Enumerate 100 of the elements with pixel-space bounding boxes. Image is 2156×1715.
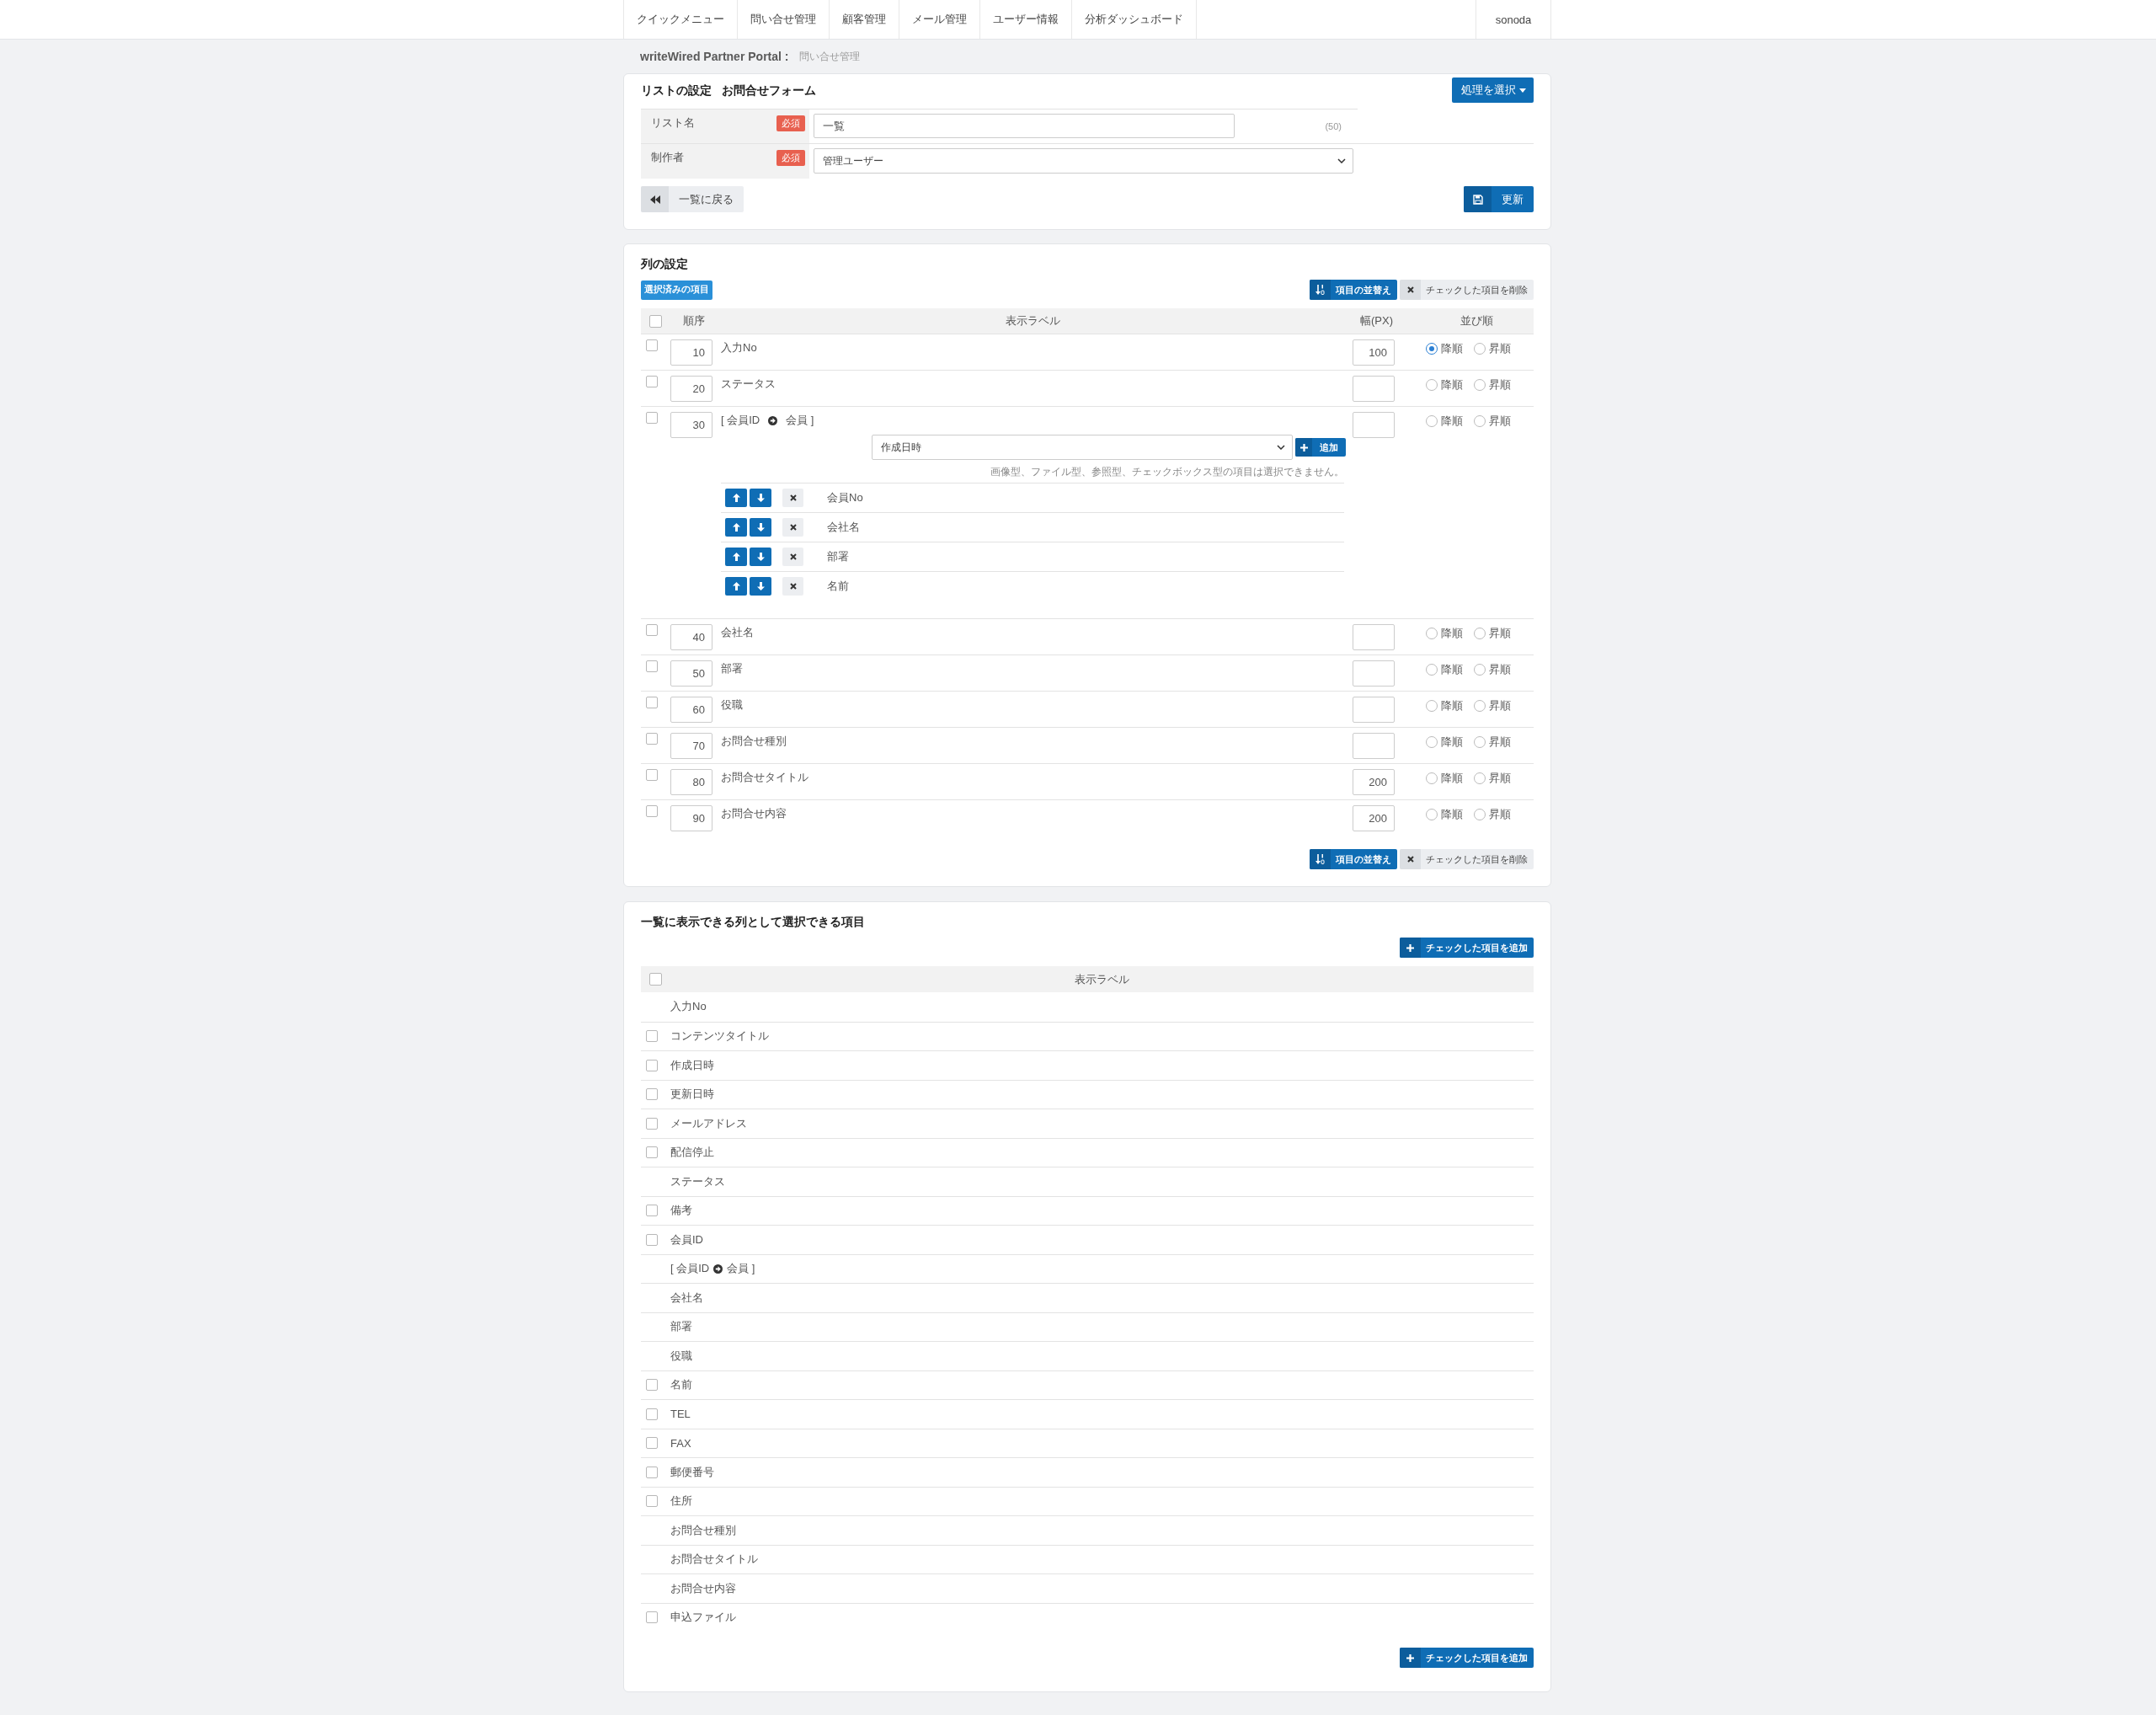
radio-button[interactable] — [1474, 809, 1486, 820]
delete-button[interactable]: チェックした項目を削除 — [1400, 849, 1534, 869]
radio-label[interactable]: 昇順 — [1489, 376, 1511, 394]
width-input[interactable] — [1353, 412, 1395, 438]
radio-label[interactable]: 昇順 — [1489, 697, 1511, 715]
checkbox[interactable] — [646, 1059, 658, 1071]
nav-menu-item[interactable]: クイックメニュー — [623, 0, 737, 39]
add-button[interactable]: 追加 — [1295, 438, 1346, 457]
checkbox[interactable] — [646, 339, 658, 351]
checkbox[interactable] — [646, 624, 658, 636]
remove-button[interactable] — [782, 577, 803, 596]
move-up-button[interactable] — [725, 489, 747, 507]
nav-menu-item[interactable]: 問い合せ管理 — [737, 0, 829, 39]
radio-label[interactable]: 昇順 — [1489, 769, 1511, 788]
remove-button[interactable] — [782, 548, 803, 566]
radio-button[interactable] — [1426, 809, 1438, 820]
checkbox[interactable] — [646, 1408, 658, 1420]
radio-label[interactable]: 降順 — [1441, 339, 1463, 358]
radio-label[interactable]: 降順 — [1441, 733, 1463, 751]
radio-label[interactable]: 降順 — [1441, 697, 1463, 715]
radio-label[interactable]: 昇順 — [1489, 660, 1511, 679]
nav-menu-item[interactable]: 顧客管理 — [829, 0, 899, 39]
move-up-button[interactable] — [725, 577, 747, 596]
remove-button[interactable] — [782, 518, 803, 537]
radio-button[interactable] — [1474, 343, 1486, 355]
width-input[interactable]: 200 — [1353, 769, 1395, 795]
order-input[interactable]: 70 — [670, 733, 712, 759]
checkbox[interactable] — [646, 1437, 658, 1450]
order-input[interactable]: 50 — [670, 660, 712, 687]
radio-label[interactable]: 降順 — [1441, 412, 1463, 430]
width-input[interactable]: 100 — [1353, 339, 1395, 366]
radio-button[interactable] — [1474, 772, 1486, 784]
checkbox[interactable] — [646, 1117, 658, 1130]
order-input[interactable]: 30 — [670, 412, 712, 438]
radio-button[interactable] — [1426, 700, 1438, 712]
radio-label[interactable]: 降順 — [1441, 624, 1463, 643]
radio-label[interactable]: 降順 — [1441, 376, 1463, 394]
checkbox[interactable] — [646, 660, 658, 672]
checkbox[interactable] — [646, 1088, 658, 1101]
order-input[interactable]: 80 — [670, 769, 712, 795]
order-input[interactable]: 20 — [670, 376, 712, 402]
nav-menu-item[interactable]: メール管理 — [899, 0, 979, 39]
select-all-checkbox[interactable] — [649, 973, 662, 986]
radio-label[interactable]: 降順 — [1441, 805, 1463, 824]
radio-button[interactable] — [1474, 736, 1486, 748]
checkbox[interactable] — [646, 697, 658, 708]
width-input[interactable]: 200 — [1353, 805, 1395, 831]
radio-label[interactable]: 昇順 — [1489, 412, 1511, 430]
order-input[interactable]: 90 — [670, 805, 712, 831]
radio-label[interactable]: 昇順 — [1489, 733, 1511, 751]
order-input[interactable]: 60 — [670, 697, 712, 723]
nav-menu-item[interactable]: 分析ダッシュボード — [1071, 0, 1196, 39]
radio-button[interactable] — [1474, 415, 1486, 427]
checkbox[interactable] — [646, 805, 658, 817]
select-all-checkbox[interactable] — [649, 314, 662, 328]
move-down-button[interactable] — [750, 577, 771, 596]
radio-button[interactable] — [1426, 379, 1438, 391]
checkbox[interactable] — [646, 412, 658, 424]
radio-button[interactable] — [1426, 772, 1438, 784]
author-select[interactable]: 管理ユーザー — [814, 148, 1353, 174]
move-up-button[interactable] — [725, 548, 747, 566]
radio-button[interactable] — [1474, 664, 1486, 676]
add-checked-button[interactable]: チェックした項目を追加 — [1400, 938, 1534, 958]
order-input[interactable]: 40 — [670, 624, 712, 650]
user-menu[interactable]: sonoda — [1476, 0, 1551, 39]
radio-button[interactable] — [1474, 700, 1486, 712]
sort-button[interactable]: 項目の並替え — [1310, 280, 1397, 300]
remove-button[interactable] — [782, 489, 803, 507]
checkbox[interactable] — [646, 769, 658, 781]
move-down-button[interactable] — [750, 518, 771, 537]
width-input[interactable] — [1353, 376, 1395, 402]
list-name-input[interactable]: 一覧 — [814, 114, 1235, 138]
radio-button[interactable] — [1426, 736, 1438, 748]
radio-button[interactable] — [1474, 379, 1486, 391]
width-input[interactable] — [1353, 624, 1395, 650]
radio-button[interactable] — [1426, 415, 1438, 427]
radio-button[interactable] — [1426, 343, 1438, 355]
checkbox[interactable] — [646, 1495, 658, 1508]
checkbox[interactable] — [646, 376, 658, 387]
radio-label[interactable]: 昇順 — [1489, 624, 1511, 643]
checkbox[interactable] — [646, 733, 658, 745]
checkbox[interactable] — [646, 1466, 658, 1478]
radio-label[interactable]: 降順 — [1441, 660, 1463, 679]
radio-button[interactable] — [1426, 628, 1438, 639]
width-input[interactable] — [1353, 733, 1395, 759]
action-dropdown-button[interactable]: 処理を選択 — [1452, 77, 1534, 103]
radio-label[interactable]: 昇順 — [1489, 805, 1511, 824]
checkbox[interactable] — [646, 1205, 658, 1217]
order-input[interactable]: 10 — [670, 339, 712, 366]
field-select[interactable]: 作成日時 — [872, 435, 1293, 460]
save-button[interactable]: 更新 — [1464, 186, 1534, 212]
move-down-button[interactable] — [750, 548, 771, 566]
add-checked-button[interactable]: チェックした項目を追加 — [1400, 1648, 1534, 1668]
checkbox[interactable] — [646, 1146, 658, 1159]
radio-label[interactable]: 昇順 — [1489, 339, 1511, 358]
delete-button[interactable]: チェックした項目を削除 — [1400, 280, 1534, 300]
move-up-button[interactable] — [725, 518, 747, 537]
checkbox[interactable] — [646, 1611, 658, 1624]
sort-button[interactable]: 項目の並替え — [1310, 849, 1397, 869]
checkbox[interactable] — [646, 1233, 658, 1246]
